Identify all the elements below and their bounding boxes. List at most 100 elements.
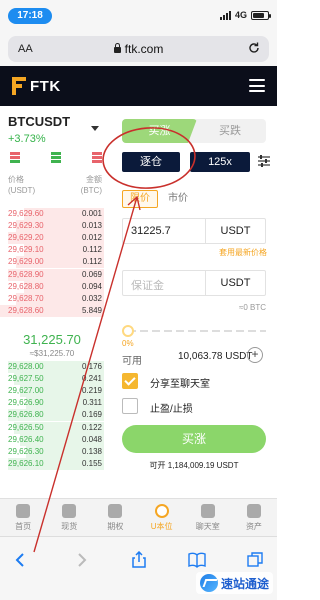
bid-row[interactable]: 29,627.50 0.241: [0, 373, 104, 386]
ftk-logo[interactable]: FTK: [12, 77, 61, 95]
ask-row[interactable]: 29,628.70 0.032: [0, 292, 104, 305]
ask-row[interactable]: 29,629.30 0.013: [0, 220, 104, 233]
ask-row[interactable]: 29,629.60 0.001: [0, 208, 104, 220]
ask-price: 29,628.70: [8, 293, 44, 303]
safari-toolbar: 速站通途: [0, 536, 277, 600]
ask-qty: 0.032: [81, 293, 102, 303]
tab-chat[interactable]: 聊天室: [185, 499, 231, 536]
last-price[interactable]: 31,225.70: [0, 332, 104, 347]
bid-price: 29,627.50: [8, 374, 44, 384]
available-value: 10,063.78 USDT: [178, 351, 253, 362]
tab-spot[interactable]: 现货: [46, 499, 92, 536]
ask-qty: 0.112: [82, 257, 102, 267]
share-label: 分享至聊天室: [150, 379, 210, 390]
url-text: ftk.com: [124, 42, 164, 56]
ask-row[interactable]: 29,628.90 0.069: [0, 268, 104, 281]
options-icon: [108, 504, 123, 518]
bid-row[interactable]: 29,626.80 0.169: [0, 409, 104, 422]
ask-qty: 0.094: [81, 281, 102, 291]
margin-mode-button[interactable]: 逐仓: [122, 152, 180, 172]
ask-row[interactable]: 29,629.10 0.112: [0, 244, 104, 257]
network-type: 4G: [234, 10, 247, 20]
margin-unit: USDT: [205, 271, 265, 295]
bid-qty: 0.122: [81, 422, 102, 432]
ask-row[interactable]: 29,628.80 0.094: [0, 280, 104, 293]
orderbook-asks-icon[interactable]: [92, 152, 102, 164]
chat-icon: [200, 504, 215, 518]
ask-qty: 0.013: [81, 221, 102, 231]
url-display[interactable]: ftk.com: [8, 42, 269, 56]
price-field[interactable]: 31225.7 USDT: [122, 218, 266, 244]
ask-price: 29,628.80: [8, 281, 44, 291]
margin-field[interactable]: 保证金 USDT: [122, 270, 266, 296]
amount-slider[interactable]: [122, 324, 266, 338]
bid-row[interactable]: 29,626.90 0.311: [0, 397, 104, 410]
tab-usdt-futures[interactable]: U本位: [139, 499, 185, 536]
pair-name[interactable]: BTCUSDT: [8, 114, 70, 129]
order-type-limit[interactable]: 限价: [122, 190, 158, 208]
leverage-button[interactable]: 125x: [190, 152, 250, 172]
tab-sell[interactable]: 买跌: [194, 119, 266, 143]
bid-qty: 0.176: [81, 362, 102, 371]
pair-dropdown-icon[interactable]: [91, 126, 99, 131]
ask-row[interactable]: 29,629.00 0.112: [0, 256, 104, 269]
back-icon[interactable]: [12, 551, 30, 569]
tab-options[interactable]: 期权: [92, 499, 138, 536]
url-field[interactable]: AA ftk.com: [8, 36, 269, 62]
bid-qty: 0.169: [81, 410, 102, 420]
bid-qty: 0.241: [81, 374, 102, 384]
share-checkbox[interactable]: [122, 373, 138, 389]
app-header: FTK: [0, 66, 277, 106]
bid-row[interactable]: 29,628.00 0.176: [0, 361, 104, 373]
price-unit: USDT: [205, 219, 265, 243]
browser-address-bar: AA ftk.com: [0, 32, 277, 66]
orderbook-bids-icon[interactable]: [51, 152, 61, 164]
tpsl-checkbox[interactable]: [122, 398, 138, 414]
bid-row[interactable]: 29,626.40 0.048: [0, 433, 104, 446]
available-label: 可用: [122, 356, 142, 367]
tabs-icon[interactable]: [246, 551, 264, 569]
bid-price: 29,626.40: [8, 434, 44, 444]
ask-price: 29,629.60: [8, 209, 44, 218]
tab-assets[interactable]: 资产: [231, 499, 277, 536]
add-funds-button[interactable]: +: [247, 347, 263, 363]
price-input[interactable]: 31225.7: [131, 225, 171, 237]
tab-home[interactable]: 首页: [0, 499, 46, 536]
order-type-market[interactable]: 市价: [168, 190, 188, 208]
margin-input[interactable]: 保证金: [131, 277, 164, 293]
bid-row[interactable]: 29,627.00 0.219: [0, 385, 104, 398]
battery-icon: [251, 10, 271, 20]
slider-knob[interactable]: [122, 325, 134, 337]
bid-price: 29,626.30: [8, 446, 44, 456]
ask-row[interactable]: 29,629.20 0.012: [0, 232, 104, 245]
bid-price: 29,626.80: [8, 410, 44, 420]
ask-price: 29,629.20: [8, 233, 44, 243]
bid-row[interactable]: 29,626.50 0.122: [0, 421, 104, 434]
can-open-label: 可开: [149, 461, 166, 470]
submit-buy-button[interactable]: 买涨: [122, 425, 266, 453]
forward-icon[interactable]: [72, 551, 90, 569]
tab-label: 现货: [61, 522, 78, 531]
bid-row[interactable]: 29,626.10 0.155: [0, 457, 104, 470]
menu-icon[interactable]: [249, 79, 265, 92]
side-tabs: 买涨 买跌: [122, 119, 266, 143]
bid-row[interactable]: 29,626.30 0.138: [0, 445, 104, 458]
adjust-icon[interactable]: [257, 154, 271, 168]
slider-percent: 0%: [122, 339, 134, 348]
orderbook-both-icon[interactable]: [10, 152, 20, 164]
bid-qty: 0.048: [81, 434, 102, 444]
bid-price: 29,626.10: [8, 458, 44, 468]
assets-icon: [246, 504, 261, 518]
tab-label: U本位: [150, 522, 173, 531]
ask-qty: 0.069: [81, 269, 102, 279]
share-icon[interactable]: [130, 551, 148, 569]
tab-buy[interactable]: 买涨: [122, 119, 197, 143]
bookmarks-icon[interactable]: [188, 551, 206, 569]
use-latest-price-link[interactable]: 套用最新价格: [219, 247, 267, 258]
ask-price: 29,629.10: [8, 245, 44, 255]
ask-row[interactable]: 29,628.60 5.849: [0, 304, 104, 317]
orderbook-mode-switch: [10, 152, 102, 164]
bid-qty: 0.155: [81, 458, 102, 468]
bottom-tab-bar: 首页 现货 期权 U本位 聊天室 资产: [0, 498, 277, 536]
reload-icon[interactable]: [247, 41, 261, 55]
